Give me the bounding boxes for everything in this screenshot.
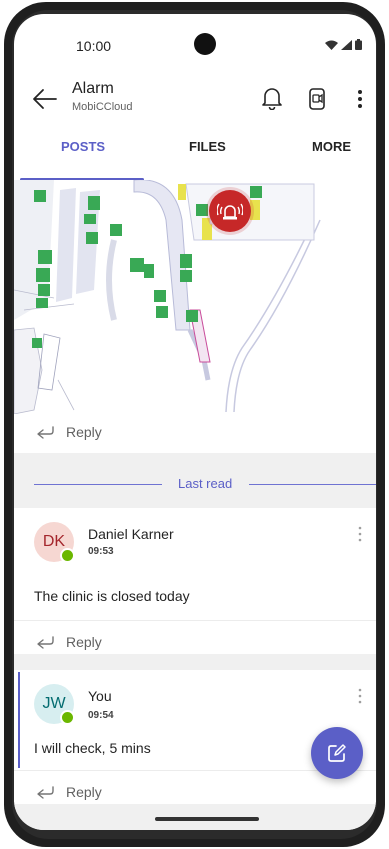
- front-camera: [194, 33, 216, 55]
- message-body: The clinic is closed today: [34, 588, 190, 604]
- avatar-initials: JW: [42, 695, 66, 712]
- avatar[interactable]: DK: [34, 522, 75, 563]
- author-name[interactable]: Daniel Karner: [88, 526, 174, 542]
- back-arrow-icon[interactable]: [32, 86, 58, 112]
- tab-posts[interactable]: POSTS: [61, 139, 105, 154]
- wifi-icon: [325, 40, 338, 50]
- reply-icon: [37, 636, 54, 649]
- reply-row[interactable]: Reply: [14, 411, 376, 453]
- status-time: 10:00: [76, 38, 112, 54]
- system-icons: [325, 39, 362, 50]
- message-body: I will check, 5 mins: [34, 740, 151, 756]
- team-subtitle: MobiCCloud: [72, 101, 133, 113]
- alarm-icon: [217, 203, 243, 220]
- reply-label: Reply: [66, 424, 102, 440]
- home-indicator[interactable]: [155, 817, 259, 821]
- avatar-initials: DK: [42, 533, 66, 550]
- own-message-accent: [18, 672, 20, 768]
- tab-files[interactable]: FILES: [189, 139, 226, 154]
- message-more-icon[interactable]: [358, 526, 362, 542]
- status-bar: 10:00: [14, 14, 376, 74]
- signal-icon: [341, 39, 352, 50]
- last-read-divider: Last read: [14, 464, 376, 508]
- last-read-line-right: [249, 484, 376, 485]
- compose-icon: [328, 744, 346, 762]
- app-bar: Alarm MobiCCloud: [14, 76, 376, 132]
- video-call-icon[interactable]: [306, 86, 328, 112]
- avatar[interactable]: JW: [34, 684, 75, 725]
- message-time: 09:54: [88, 710, 114, 721]
- presence-available-icon: [60, 548, 75, 563]
- message-separator: [14, 654, 376, 670]
- map-image[interactable]: [14, 180, 376, 414]
- bell-icon[interactable]: [261, 86, 283, 110]
- channel-title: Alarm: [72, 80, 114, 97]
- reply-label: Reply: [66, 784, 102, 800]
- alarm-marker[interactable]: [209, 190, 251, 232]
- message-time: 09:53: [88, 546, 114, 557]
- last-read-label: Last read: [178, 476, 233, 491]
- reply-label: Reply: [66, 634, 102, 650]
- site-map-drawing: [14, 180, 321, 414]
- post-separator: [14, 453, 376, 464]
- more-vertical-icon[interactable]: [356, 88, 364, 110]
- presence-available-icon: [60, 710, 75, 725]
- channel-tabs: POSTS FILES MORE: [14, 134, 376, 181]
- battery-icon: [355, 39, 362, 50]
- message-more-icon[interactable]: [358, 688, 362, 704]
- last-read-line-left: [34, 484, 162, 485]
- tab-more[interactable]: MORE: [312, 139, 351, 154]
- reply-icon: [37, 786, 54, 799]
- author-name[interactable]: You: [88, 688, 112, 704]
- compose-button[interactable]: [311, 727, 363, 779]
- app-screen: 10:00 Alarm MobiCCloud POSTS FILES MORE …: [14, 14, 376, 830]
- reply-icon: [37, 426, 54, 439]
